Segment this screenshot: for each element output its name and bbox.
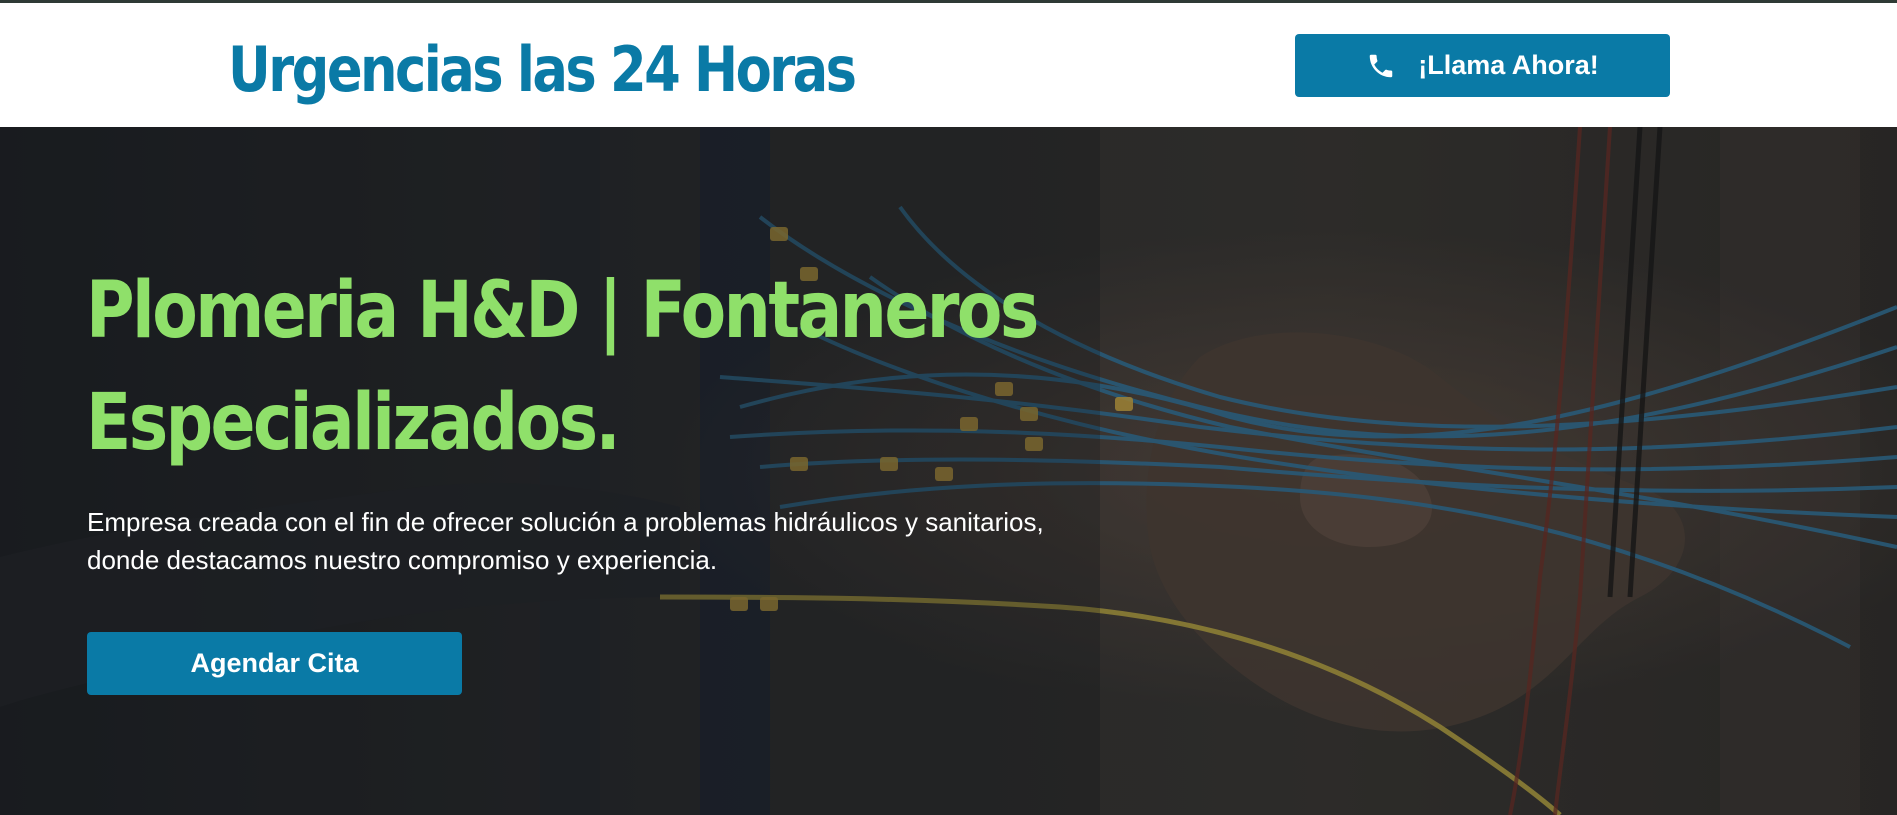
hero-title-line-2: Especializados. (86, 378, 621, 468)
header-title: Urgencias las 24 Horas (228, 33, 857, 106)
phone-icon (1366, 51, 1396, 81)
hero-title-line-1: Plomeria H&D | Fontaneros (86, 266, 1039, 356)
hero-description: Empresa creada con el fin de ofrecer sol… (87, 507, 1044, 575)
schedule-appointment-button[interactable]: Agendar Cita (87, 632, 462, 695)
call-now-label: ¡Llama Ahora! (1418, 50, 1599, 80)
hero-title: Plomeria H&D | Fontaneros Especializados… (86, 255, 1039, 479)
site-header: Urgencias las 24 Horas ¡Llama Ahora! (0, 3, 1897, 127)
call-now-button[interactable]: ¡Llama Ahora! (1295, 34, 1670, 97)
hero-section: Plomeria H&D | Fontaneros Especializados… (0, 127, 1897, 815)
